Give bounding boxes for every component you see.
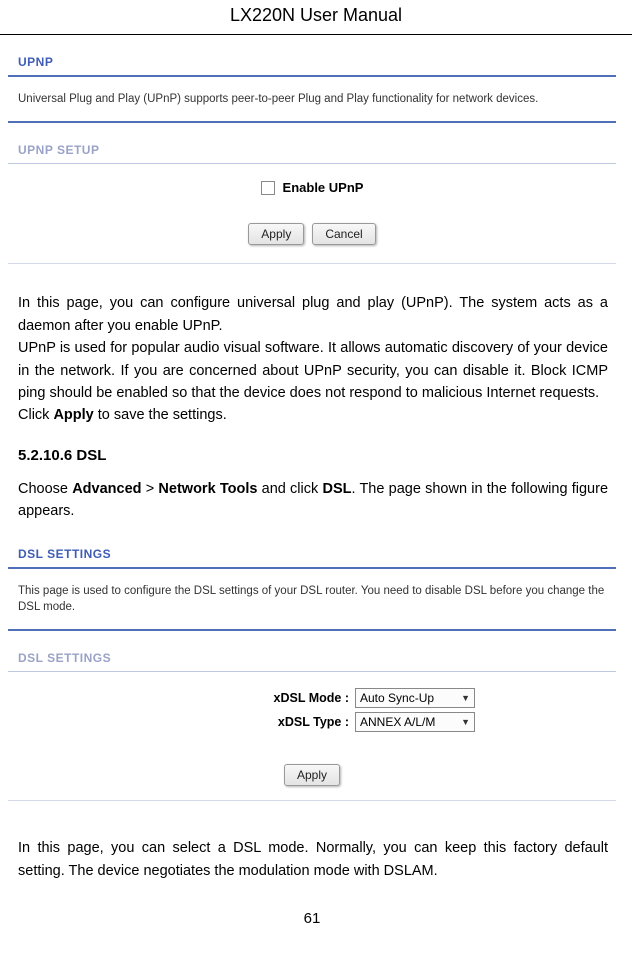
manual-title: LX220N User Manual	[0, 0, 632, 35]
dsl-paragraph-1: In this page, you can select a DSL mode.…	[8, 801, 616, 882]
page-number: 61	[8, 882, 616, 933]
upnp-description: Universal Plug and Play (UPnP) supports …	[8, 77, 616, 123]
text: >	[142, 481, 159, 497]
dsl-settings-description: This page is used to configure the DSL s…	[8, 569, 616, 631]
dsl-nav-paragraph: Choose Advanced > Network Tools and clic…	[8, 478, 616, 523]
dsl-buttons: Apply	[8, 740, 616, 801]
dsl-form: xDSL Mode : Auto Sync-Up ▼ xDSL Type : A…	[8, 672, 616, 740]
xdsl-type-value: ANNEX A/L/M	[360, 715, 435, 729]
xdsl-type-row: xDSL Type : ANNEX A/L/M ▼	[8, 710, 616, 734]
text: Choose	[18, 481, 72, 497]
network-tools-bold: Network Tools	[158, 481, 257, 497]
upnp-buttons: Apply Cancel	[8, 199, 616, 264]
upnp-paragraph-2: UPnP is used for popular audio visual so…	[8, 337, 616, 404]
upnp-setup-heading: UPNP SETUP	[8, 123, 616, 164]
upnp-heading: UPNP	[8, 45, 616, 77]
text: Click	[18, 407, 53, 423]
xdsl-type-label: xDSL Type :	[149, 715, 349, 729]
apply-button[interactable]: Apply	[284, 764, 340, 786]
upnp-paragraph-3: Click Apply to save the settings.	[8, 404, 616, 426]
xdsl-mode-row: xDSL Mode : Auto Sync-Up ▼	[8, 686, 616, 710]
text: and click	[257, 481, 322, 497]
section-number: 5.2.10.6	[18, 447, 72, 464]
apply-bold: Apply	[53, 407, 93, 423]
dsl-section-number-heading: 5.2.10.6 DSL	[8, 427, 616, 478]
xdsl-mode-label: xDSL Mode :	[149, 691, 349, 705]
upnp-paragraph-1: In this page, you can configure universa…	[8, 264, 616, 337]
enable-upnp-label: Enable UPnP	[283, 180, 364, 195]
chevron-down-icon: ▼	[461, 717, 470, 727]
dsl-settings-heading-2: DSL SETTINGS	[8, 631, 616, 672]
xdsl-mode-value: Auto Sync-Up	[360, 691, 434, 705]
dsl-settings-heading-1: DSL SETTINGS	[8, 537, 616, 569]
advanced-bold: Advanced	[72, 481, 141, 497]
chevron-down-icon: ▼	[461, 693, 470, 703]
section-title: DSL	[76, 447, 106, 464]
enable-upnp-checkbox[interactable]	[261, 181, 275, 195]
text: to save the settings.	[94, 407, 227, 423]
dsl-bold: DSL	[322, 481, 351, 497]
xdsl-type-select[interactable]: ANNEX A/L/M ▼	[355, 712, 475, 732]
cancel-button[interactable]: Cancel	[312, 223, 375, 245]
enable-upnp-row: Enable UPnP	[8, 164, 616, 199]
apply-button[interactable]: Apply	[248, 223, 304, 245]
xdsl-mode-select[interactable]: Auto Sync-Up ▼	[355, 688, 475, 708]
